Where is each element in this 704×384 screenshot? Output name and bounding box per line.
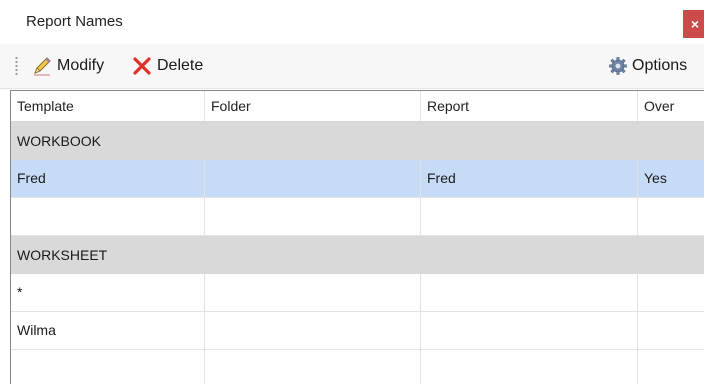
cell-template[interactable] bbox=[11, 198, 205, 235]
cell-template[interactable]: * bbox=[11, 274, 205, 311]
cell-report[interactable] bbox=[421, 274, 638, 311]
cell-over[interactable]: Yes bbox=[638, 160, 704, 197]
options-button[interactable]: Options bbox=[608, 55, 687, 77]
column-header-over[interactable]: Over bbox=[638, 91, 704, 121]
toolbar-grip-icon[interactable] bbox=[15, 56, 18, 76]
cell-folder[interactable] bbox=[205, 312, 421, 349]
column-header-template[interactable]: Template bbox=[11, 91, 205, 121]
cell-report[interactable] bbox=[421, 312, 638, 349]
cell-folder[interactable] bbox=[205, 160, 421, 197]
table-row[interactable] bbox=[11, 350, 704, 384]
group-row-workbook[interactable]: WORKBOOK bbox=[11, 122, 704, 160]
modify-label: Modify bbox=[57, 57, 105, 74]
title-bar: Report Names × bbox=[0, 0, 704, 44]
column-header-folder[interactable]: Folder bbox=[205, 91, 421, 121]
gear-icon bbox=[608, 56, 628, 76]
table-row[interactable]: Fred Fred Yes bbox=[11, 160, 704, 198]
cell-over[interactable] bbox=[638, 274, 704, 311]
modify-button[interactable]: Modify bbox=[31, 55, 104, 77]
x-icon bbox=[131, 55, 153, 77]
cell-template[interactable] bbox=[11, 350, 205, 384]
cell-template[interactable]: Wilma bbox=[11, 312, 205, 349]
delete-button[interactable]: Delete bbox=[131, 55, 203, 77]
cell-over[interactable] bbox=[638, 350, 704, 384]
column-header-report[interactable]: Report bbox=[421, 91, 638, 121]
report-names-grid[interactable]: Template Folder Report Over WORKBOOK Fre… bbox=[10, 90, 704, 384]
table-row[interactable]: Wilma bbox=[11, 312, 704, 350]
grid-header: Template Folder Report Over bbox=[11, 91, 704, 122]
toolbar: Modify Delete Options bbox=[0, 44, 704, 89]
options-label: Options bbox=[632, 57, 688, 74]
cell-report[interactable] bbox=[421, 350, 638, 384]
cell-folder[interactable] bbox=[205, 274, 421, 311]
pencil-icon bbox=[31, 55, 53, 77]
cell-report[interactable] bbox=[421, 198, 638, 235]
cell-report[interactable]: Fred bbox=[421, 160, 638, 197]
delete-label: Delete bbox=[157, 57, 204, 74]
cell-template[interactable]: Fred bbox=[11, 160, 205, 197]
cell-folder[interactable] bbox=[205, 198, 421, 235]
window-title: Report Names bbox=[26, 13, 123, 30]
close-button[interactable]: × bbox=[683, 10, 704, 38]
cell-over[interactable] bbox=[638, 312, 704, 349]
table-row[interactable] bbox=[11, 198, 704, 236]
table-row[interactable]: * bbox=[11, 274, 704, 312]
group-row-worksheet[interactable]: WORKSHEET bbox=[11, 236, 704, 274]
cell-over[interactable] bbox=[638, 198, 704, 235]
cell-folder[interactable] bbox=[205, 350, 421, 384]
